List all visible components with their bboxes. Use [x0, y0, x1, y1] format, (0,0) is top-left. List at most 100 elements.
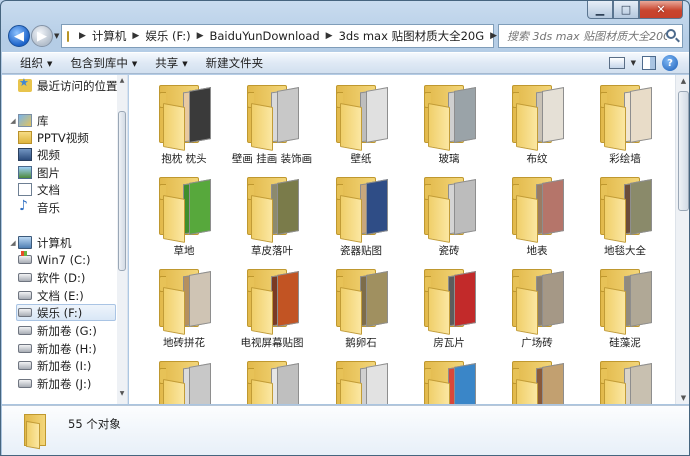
- share-button[interactable]: 共享 ▼: [155, 55, 187, 71]
- expand-icon[interactable]: ◢: [8, 239, 18, 247]
- nav-library-pptv[interactable]: PPTV视频: [18, 129, 127, 146]
- nav-drive-c[interactable]: Win7 (C:): [18, 251, 127, 268]
- address-bar[interactable]: ▶ 计算机 ▶ 娱乐 (F:) ▶ BaiduYunDownload ▶ 3ds ma…: [61, 24, 521, 48]
- chevron-right-icon[interactable]: ▶: [132, 31, 139, 41]
- nav-drive-f[interactable]: 娱乐 (F:): [16, 304, 116, 321]
- chevron-right-icon[interactable]: ▶: [326, 31, 333, 41]
- folder-item[interactable]: 壁画 挂画 装饰画: [231, 79, 313, 169]
- folder-item[interactable]: 房瓦片: [408, 263, 490, 353]
- scroll-up-icon[interactable]: ▲: [676, 77, 689, 85]
- folder-label: 地毯大全: [604, 245, 646, 257]
- folder-item[interactable]: 瓷砖: [408, 171, 490, 261]
- nav-item-label: 新加卷 (J:): [37, 376, 92, 391]
- organize-label: 组织: [20, 56, 43, 70]
- folder-label: 彩绘墙: [609, 153, 641, 165]
- thumbnail-image: [277, 271, 299, 327]
- folder-item[interactable]: 瓷器贴图: [320, 171, 402, 261]
- nav-drive-i[interactable]: 新加卷 (I:): [18, 357, 127, 374]
- change-view-icon[interactable]: [608, 57, 625, 69]
- folder-item[interactable]: 鹅卵石: [320, 263, 402, 353]
- folder-item[interactable]: 玻璃: [408, 79, 490, 169]
- videos-icon: [18, 148, 32, 161]
- nav-drive-d[interactable]: 软件 (D:): [18, 269, 127, 286]
- nav-library-videos[interactable]: 视频: [18, 146, 127, 163]
- search-icon[interactable]: [666, 29, 676, 39]
- new-folder-button[interactable]: 新建文件夹: [206, 55, 264, 71]
- folder-icon: [159, 177, 211, 243]
- folder-item[interactable]: 抱枕 枕头: [143, 79, 225, 169]
- scroll-down-icon[interactable]: ▼: [117, 390, 127, 402]
- folder-item[interactable]: 壁纸: [320, 79, 402, 169]
- drive-icon: [18, 308, 32, 317]
- nav-drive-j[interactable]: 新加卷 (J:): [18, 375, 127, 392]
- folder-item[interactable]: 布纹: [496, 79, 578, 169]
- folder-item[interactable]: 草地: [143, 171, 225, 261]
- folder-item[interactable]: [231, 355, 313, 404]
- view-options-chevron-icon[interactable]: ▼: [631, 59, 636, 67]
- library-icon: [18, 114, 32, 127]
- navpane-scrollbar[interactable]: ▲ ▼: [117, 75, 127, 404]
- chevron-right-icon[interactable]: ▶: [490, 31, 497, 41]
- organize-button[interactable]: 组织 ▼: [20, 55, 52, 71]
- close-button[interactable]: ✕: [639, 1, 683, 19]
- nav-computer[interactable]: ◢ 计算机: [8, 234, 118, 251]
- nav-drive-e[interactable]: 文档 (E:): [18, 287, 127, 304]
- nav-library-pictures[interactable]: 图片: [18, 164, 127, 181]
- folder-item[interactable]: 地毯大全: [584, 171, 666, 261]
- nav-library-label: 库: [37, 113, 49, 128]
- back-button[interactable]: ◀: [8, 25, 30, 47]
- help-icon[interactable]: ?: [662, 55, 678, 71]
- forward-button[interactable]: ▶: [31, 25, 53, 47]
- folder-label: 草皮落叶: [251, 245, 293, 257]
- breadcrumb-computer[interactable]: 计算机 ▶: [92, 28, 145, 44]
- nav-library-music[interactable]: 音乐: [18, 198, 127, 216]
- scrollbar-thumb[interactable]: [118, 111, 126, 271]
- recent-pages-chevron-icon[interactable]: ▼: [54, 32, 59, 40]
- folder-icon: [600, 85, 652, 151]
- nav-recent-places[interactable]: 最近访问的位置: [8, 76, 118, 94]
- nav-library-documents[interactable]: 文档: [18, 181, 127, 198]
- nav-library[interactable]: ◢ 库: [8, 112, 118, 129]
- folder-item[interactable]: [143, 355, 225, 404]
- thumbnail-image: [366, 363, 388, 404]
- minimize-button[interactable]: ▁: [587, 1, 613, 19]
- nav-drive-h[interactable]: 新加卷 (H:): [18, 340, 127, 357]
- search-box[interactable]: [498, 24, 683, 48]
- folder-icon: [247, 269, 299, 335]
- include-in-library-label: 包含到库中: [70, 56, 128, 70]
- folder-item[interactable]: 电视屏幕贴图: [231, 263, 313, 353]
- folder-item[interactable]: 地砖拼花: [143, 263, 225, 353]
- scroll-up-icon[interactable]: ▲: [117, 77, 127, 89]
- folder-icon: [600, 177, 652, 243]
- folder-item[interactable]: 草皮落叶: [231, 171, 313, 261]
- chevron-right-icon[interactable]: ▶: [197, 31, 204, 41]
- scroll-down-icon[interactable]: ▼: [676, 394, 689, 402]
- folder-item[interactable]: 硅藻泥: [584, 263, 666, 353]
- folder-item[interactable]: 地表: [496, 171, 578, 261]
- folder-item[interactable]: [496, 355, 578, 404]
- folder-item[interactable]: 广场砖: [496, 263, 578, 353]
- folder-icon: [159, 361, 211, 404]
- scrollbar-thumb[interactable]: [678, 91, 689, 211]
- breadcrumb-current[interactable]: 3ds max 贴图材质大全20G ▶: [339, 28, 503, 44]
- content-scrollbar[interactable]: ▲ ▼: [675, 75, 689, 404]
- command-bar: 组织 ▼ 包含到库中 ▼ 共享 ▼ 新建文件夹 ▼ ?: [2, 52, 689, 74]
- search-input[interactable]: [507, 29, 667, 43]
- breadcrumb-download[interactable]: BaiduYunDownload ▶: [210, 29, 339, 43]
- expand-icon[interactable]: ◢: [8, 117, 18, 125]
- folder-icon: [336, 85, 388, 151]
- share-label: 共享: [155, 56, 179, 70]
- breadcrumb-drive[interactable]: 娱乐 (F:) ▶: [145, 28, 209, 44]
- preview-pane-icon[interactable]: [642, 56, 656, 70]
- chevron-down-icon: ▼: [182, 60, 188, 68]
- folder-item[interactable]: 彩绘墙: [584, 79, 666, 169]
- nav-item-label: 新加卷 (H:): [37, 341, 97, 356]
- arrow-left-icon: ◀: [14, 28, 24, 44]
- breadcrumb-separator[interactable]: ▶: [73, 31, 92, 41]
- folder-item[interactable]: [408, 355, 490, 404]
- nav-drive-g[interactable]: 新加卷 (G:): [18, 322, 127, 339]
- folder-item[interactable]: [320, 355, 402, 404]
- folder-item[interactable]: [584, 355, 666, 404]
- include-in-library-button[interactable]: 包含到库中 ▼: [70, 55, 137, 71]
- maximize-button[interactable]: □: [613, 1, 639, 19]
